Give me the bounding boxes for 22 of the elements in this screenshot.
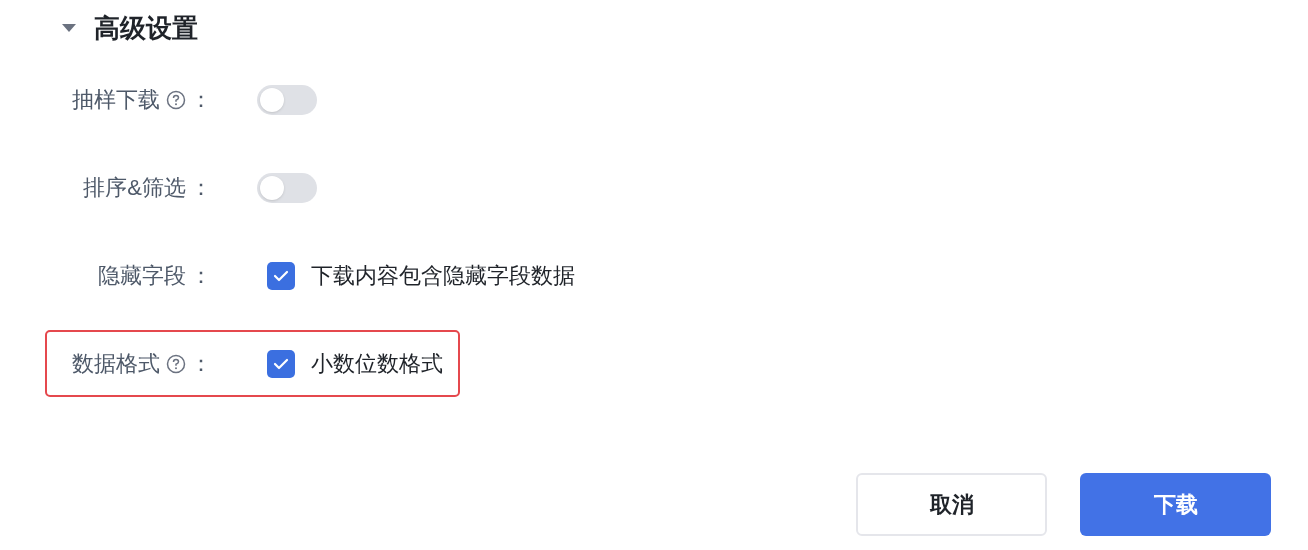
help-icon[interactable] [166,353,186,374]
field-label: 抽样下载 [72,86,160,114]
checkbox-label: 下载内容包含隐藏字段数据 [311,262,575,290]
section-title: 高级设置 [94,11,198,45]
label-colon: ： [190,86,212,114]
label-colon: ： [190,262,212,290]
download-button[interactable]: 下载 [1080,473,1271,536]
label-colon: ： [190,350,212,378]
field-label: 隐藏字段 [98,262,186,290]
checkmark-icon [273,269,289,282]
cancel-button[interactable]: 取消 [856,473,1047,536]
checkbox[interactable] [267,349,295,378]
checkbox-label: 小数位数格式 [311,350,443,378]
toggle-switch[interactable] [257,84,317,115]
checkbox[interactable] [267,261,295,290]
caret-icon[interactable] [62,23,76,33]
field-label: 排序&筛选 [83,174,186,202]
field-label: 数据格式 [72,350,160,378]
toggle-switch[interactable] [257,172,317,203]
checkmark-icon [273,357,289,370]
label-colon: ： [190,174,212,202]
help-icon[interactable] [166,89,186,110]
